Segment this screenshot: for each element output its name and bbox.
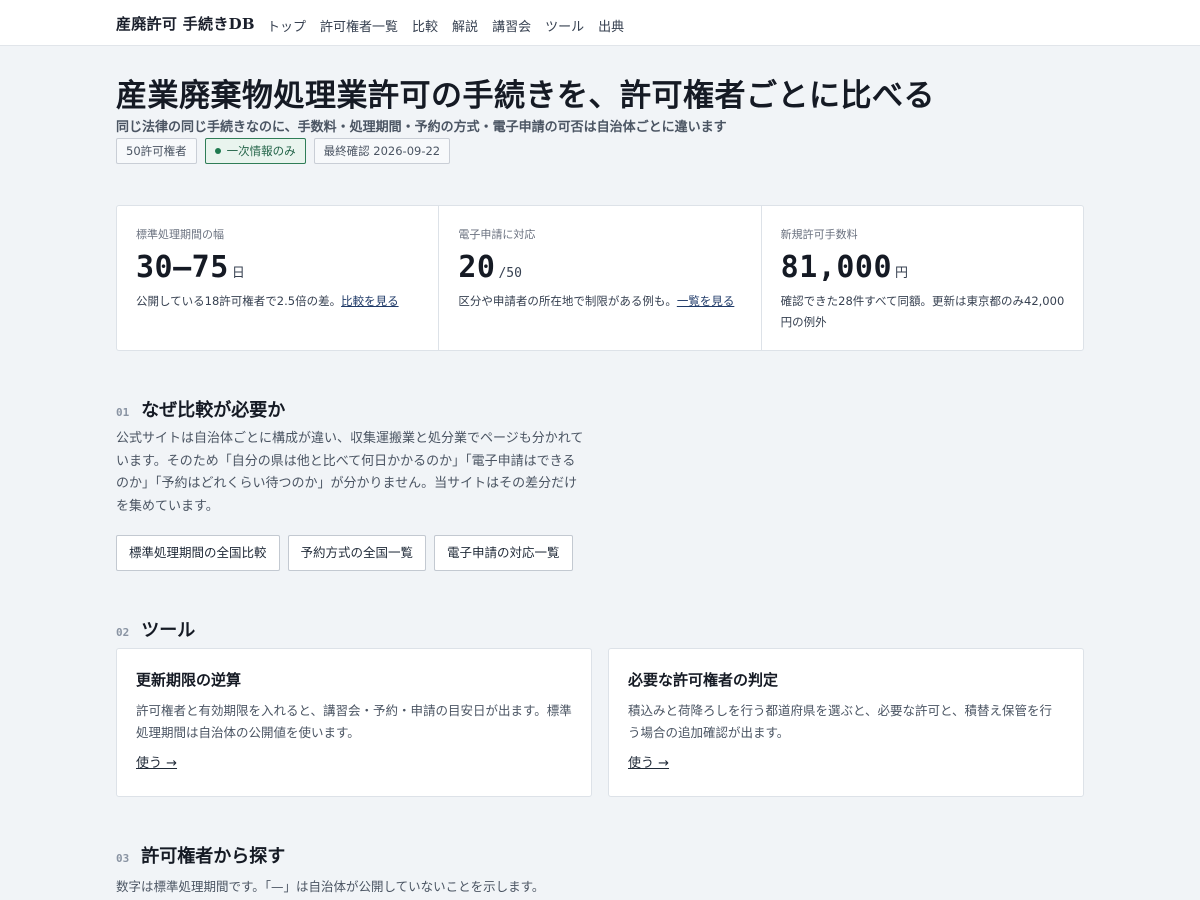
stat-label: 標準処理期間の幅 — [136, 228, 224, 241]
stat-note: 確認できた28件すべて同額。更新は東京都のみ42,000円の例外 — [780, 294, 1065, 329]
authority-count-badge: 50許可権者 — [116, 138, 197, 164]
section-tools-heading: 02 ツール — [116, 616, 195, 642]
card-description: 許可権者と有効期限を入れると、講習会・予約・申請の目安日が出ます。標準処理期間は… — [136, 703, 572, 740]
stats-panel: 標準処理期間の幅 30–75 日 公開している18許可権者で2.5倍の差。比較を見… — [116, 205, 1084, 351]
hero-badges: 50許可権者 一次情報のみ 最終確認 2026-09-22 — [116, 138, 451, 164]
stat-unit: 円 — [895, 266, 909, 281]
page-title: 産業廃棄物処理業許可の手続きを、許可権者ごとに比べる — [116, 78, 935, 114]
compare-link[interactable]: 比較を見る — [341, 294, 399, 308]
card-description: 積込みと荷降ろしを行う都道府県を選ぶと、必要な許可と、積替え保管を行う場合の追加… — [628, 703, 1053, 740]
section-title: ツール — [141, 620, 196, 641]
primary-source-label: 一次情報のみ — [226, 144, 296, 158]
stat-note: 区分や申請者の所在地で制限がある例も。一覧を見る — [458, 291, 742, 312]
section-title: なぜ比較が必要か — [141, 400, 286, 421]
stat-note-text: 公開している18許可権者で2.5倍の差。 — [136, 294, 342, 308]
site-brand[interactable]: 産廃許可 手続きDB — [116, 13, 255, 34]
stat-value: 30–75 日 — [136, 250, 420, 285]
nav-tools[interactable]: ツール — [545, 16, 584, 35]
stat-processing-period: 標準処理期間の幅 30–75 日 公開している18許可権者で2.5倍の差。比較を見… — [117, 206, 440, 350]
status-dot-icon — [214, 147, 221, 154]
stat-value: 81,000 円 — [781, 250, 1065, 285]
card-title: 更新期限の逆算 — [136, 671, 242, 689]
tool-card-authority-check: 必要な許可権者の判定 積込みと荷降ろしを行う都道府県を選ぶと、必要な許可と、積替… — [608, 648, 1084, 797]
use-tool-link[interactable]: 使う → — [136, 752, 177, 771]
stat-number: 30–75 — [136, 250, 229, 285]
section-number: 02 — [116, 626, 130, 639]
stat-label: 新規許可手数料 — [780, 228, 858, 241]
stat-note: 公開している18許可権者で2.5倍の差。比較を見る — [136, 291, 420, 312]
nav-authority-list[interactable]: 許可権者一覧 — [320, 16, 398, 35]
last-checked-badge: 最終確認 2026-09-22 — [313, 138, 451, 164]
section-number: 03 — [116, 852, 130, 865]
stat-value: 20/50 — [458, 250, 742, 285]
stat-label: 電子申請に対応 — [458, 228, 536, 241]
section-why-compare-buttons: 標準処理期間の全国比較 予約方式の全国一覧 電子申請の対応一覧 — [116, 535, 573, 571]
nav-seminar[interactable]: 講習会 — [492, 16, 531, 35]
tool-card-renewal-deadline: 更新期限の逆算 許可権者と有効期限を入れると、講習会・予約・申請の目安日が出ます… — [116, 648, 592, 797]
section-number: 01 — [116, 406, 130, 419]
card-title: 必要な許可権者の判定 — [628, 671, 779, 689]
stat-e-application: 電子申請に対応 20/50 区分や申請者の所在地で制限がある例も。一覧を見る — [439, 206, 762, 350]
nav-sources[interactable]: 出典 — [598, 16, 624, 35]
reservation-list-button[interactable]: 予約方式の全国一覧 — [287, 535, 427, 571]
use-tool-link[interactable]: 使う → — [628, 752, 669, 771]
stat-unit: 日 — [231, 266, 245, 281]
page-subtitle: 同じ法律の同じ手続きなのに、手数料・処理期間・予約の方式・電子申請の可否は自治体… — [116, 120, 727, 135]
section-why-compare-body: 公式サイトは自治体ごとに構成が違い、収集運搬業と処分業でページも分かれています。… — [116, 431, 584, 514]
stat-number: 81,000 — [780, 250, 893, 285]
section-why-compare-heading: 01 なぜ比較が必要か — [116, 396, 285, 422]
main-nav: トップ 許可権者一覧 比較 解説 講習会 ツール 出典 — [267, 16, 624, 35]
period-comparison-button[interactable]: 標準処理期間の全国比較 — [116, 535, 280, 571]
stat-new-permit-fee: 新規許可手数料 81,000 円 確認できた28件すべて同額。更新は東京都のみ42… — [762, 206, 1083, 350]
top-navigation-bar: 産廃許可 手続きDB トップ 許可権者一覧 比較 解説 講習会 ツール 出典 — [0, 0, 1200, 46]
list-link[interactable]: 一覧を見る — [677, 294, 735, 308]
e-application-list-button[interactable]: 電子申請の対応一覧 — [434, 535, 573, 571]
stat-note-text: 区分や申請者の所在地で制限がある例も。 — [458, 294, 677, 308]
nav-guide[interactable]: 解説 — [452, 16, 478, 35]
nav-compare[interactable]: 比較 — [412, 16, 438, 35]
section-title: 許可権者から探す — [141, 846, 286, 867]
stat-number: 20 — [458, 250, 496, 285]
stat-unit: /50 — [498, 266, 522, 281]
section-search-heading: 03 許可権者から探す — [116, 842, 285, 868]
primary-source-badge: 一次情報のみ — [204, 138, 306, 164]
nav-top[interactable]: トップ — [267, 16, 306, 35]
section-search-note: 数字は標準処理期間です。「—」は自治体が公開していないことを示します。 — [116, 879, 545, 894]
